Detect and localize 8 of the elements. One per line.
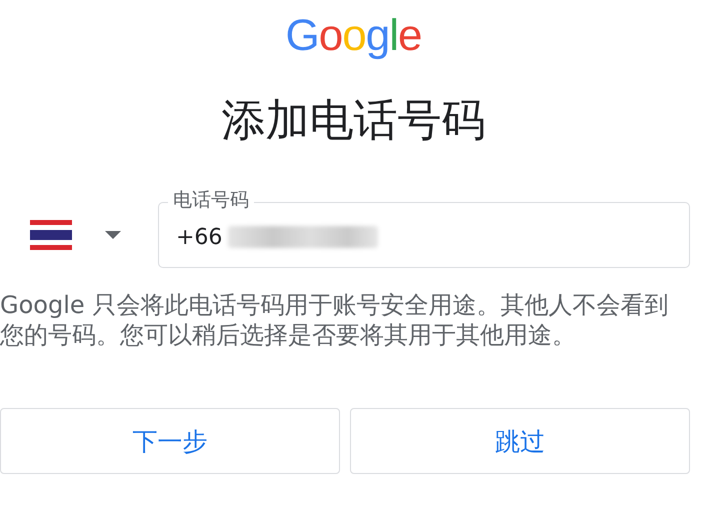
caret-icon [105,231,121,239]
action-button[interactable]: 跳过 [350,408,690,474]
flag-icon [30,220,72,250]
google-logo: Google [286,10,422,62]
notice-text: Google 只会将此电话号码用于账号安全用途。其他人不会看到您的号码。您可以稍后选择是否要将其用于其他用途。 [0,290,670,350]
action-button[interactable]: 下一步 [0,408,340,474]
field-value: +66 [176,224,222,250]
page-title: 添加电话号码 [222,96,486,146]
